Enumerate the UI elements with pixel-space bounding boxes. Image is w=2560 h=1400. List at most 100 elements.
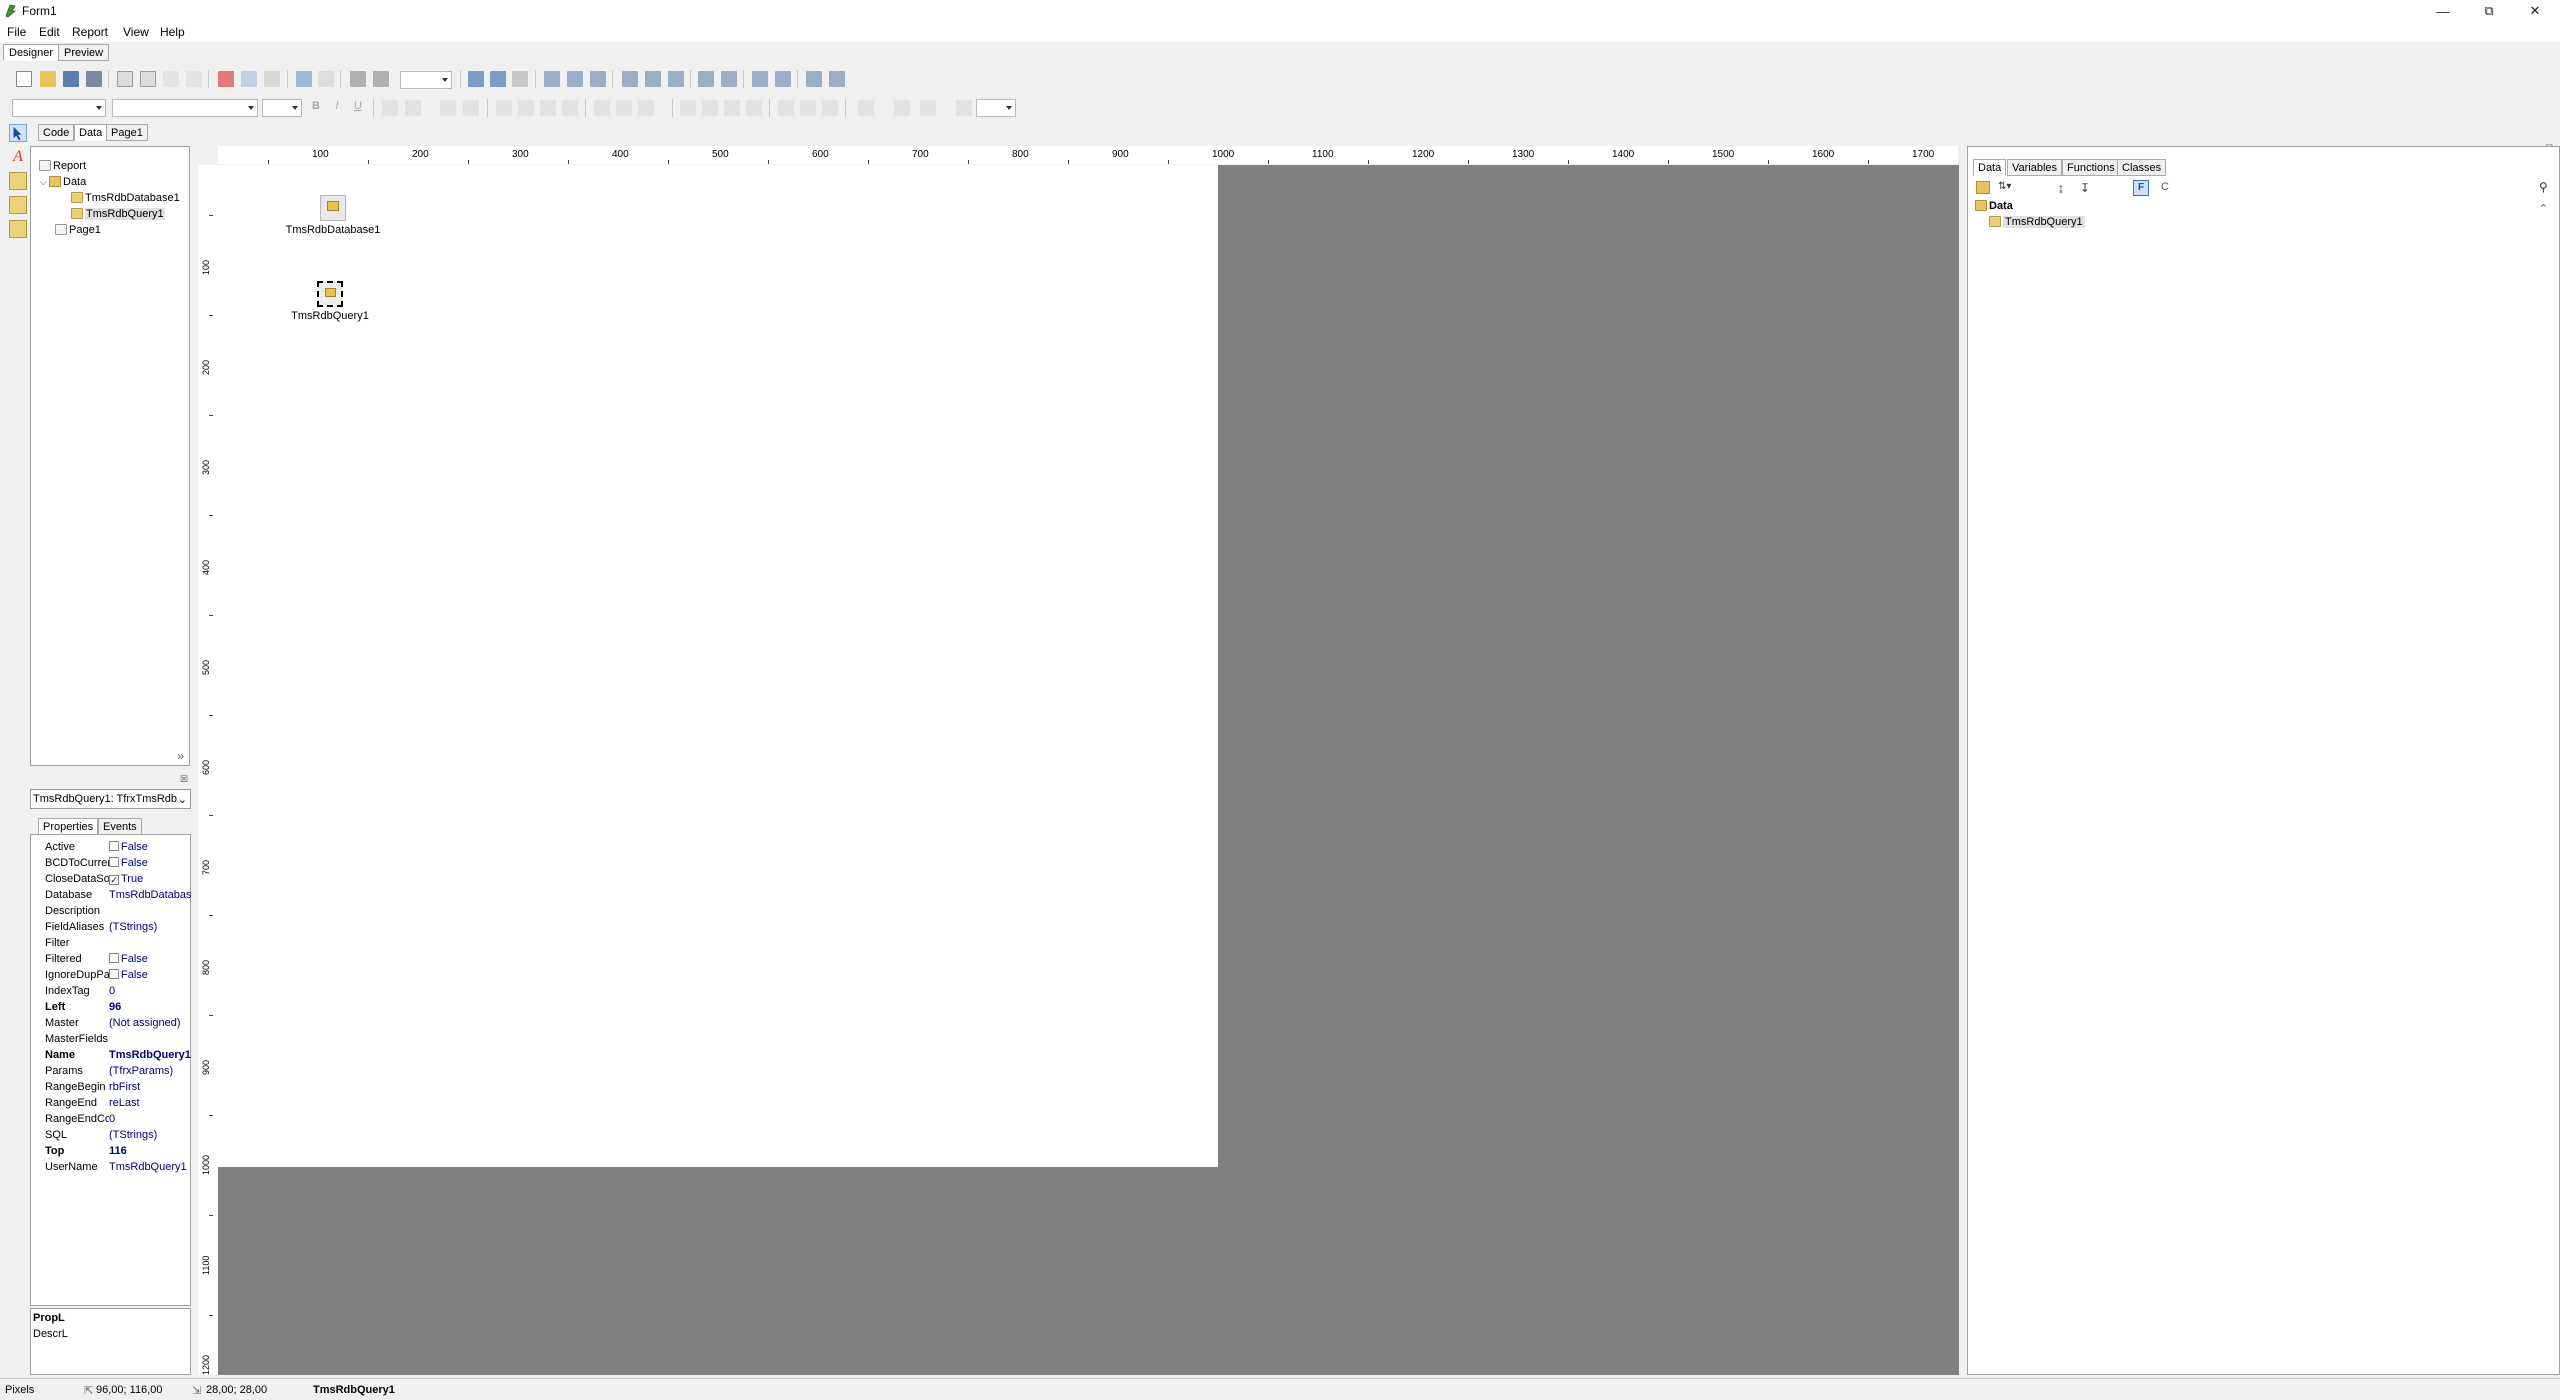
property-row[interactable]: Master (Not assigned) — [31, 1017, 190, 1033]
delete-page-icon[interactable] — [163, 71, 179, 87]
menu-report[interactable]: Report — [72, 25, 108, 39]
rotate-icon[interactable] — [463, 100, 479, 116]
frame-width-combo[interactable] — [976, 99, 1016, 117]
sort-descending-icon[interactable]: ↧ — [2080, 181, 2096, 195]
property-value[interactable]: 0 — [109, 985, 191, 997]
property-value[interactable]: False — [109, 841, 191, 853]
align-middle-icon[interactable] — [645, 71, 661, 87]
folder-icon[interactable] — [1976, 181, 1990, 194]
minimize-button[interactable]: — — [2420, 0, 2466, 22]
tree-node-data[interactable]: ⌵ Data — [40, 176, 86, 188]
property-row[interactable]: RangeEndCount0 — [31, 1113, 190, 1129]
menu-help[interactable]: Help — [160, 25, 185, 39]
align-left-icon[interactable] — [544, 71, 560, 87]
property-value[interactable]: TmsRdbQuery1 — [109, 1049, 191, 1061]
new-dialog-icon[interactable] — [140, 71, 156, 87]
search-input[interactable] — [2353, 181, 2503, 197]
new-report-icon[interactable] — [16, 71, 32, 87]
restore-button[interactable]: ⧉ — [2466, 0, 2512, 22]
property-row[interactable]: SQL (TStrings) — [31, 1129, 190, 1145]
property-value[interactable]: 96 — [109, 1001, 191, 1013]
property-checkbox[interactable] — [109, 953, 119, 963]
tab-functions[interactable]: Functions — [2062, 159, 2120, 176]
align-to-grid-icon[interactable] — [490, 71, 506, 87]
property-value[interactable]: (Not assigned) — [109, 1017, 191, 1029]
tree-node-page[interactable]: Page1 — [55, 224, 101, 236]
space-vertical-icon[interactable] — [721, 71, 737, 87]
center-vertical-icon[interactable] — [775, 71, 791, 87]
property-row[interactable]: Top 116 — [31, 1145, 190, 1161]
property-row[interactable]: Filtered False — [31, 953, 190, 969]
fill-color-icon[interactable] — [858, 100, 874, 116]
collapse-chevron-icon[interactable]: ⌵ — [40, 177, 49, 188]
italic-icon[interactable]: I — [329, 100, 345, 116]
menu-edit[interactable]: Edit — [39, 25, 60, 39]
property-row[interactable]: IndexTag 0 — [31, 985, 190, 1001]
property-value[interactable]: False — [109, 969, 191, 981]
property-value[interactable]: 116 — [109, 1145, 191, 1157]
zoom-combo[interactable] — [400, 71, 452, 89]
property-value[interactable]: False — [109, 953, 191, 965]
property-value[interactable]: 0 — [109, 1113, 191, 1125]
expand-arrows-icon[interactable]: » — [177, 749, 184, 763]
property-value[interactable]: (TfrxParams) — [109, 1065, 191, 1077]
bold-icon[interactable]: B — [308, 100, 324, 116]
align-top-icon[interactable] — [622, 71, 638, 87]
align-bottom-icon[interactable] — [668, 71, 684, 87]
data-page[interactable]: TmsRdbDatabase1 TmsRdbQuery1 — [218, 165, 1218, 1167]
property-checkbox[interactable] — [109, 857, 119, 867]
close-button[interactable]: ✕ — [2512, 0, 2558, 22]
font-size-combo[interactable] — [262, 99, 302, 117]
valign-top-icon[interactable] — [594, 100, 610, 116]
collapse-icon[interactable]: C — [2157, 180, 2173, 196]
property-row[interactable]: RangeEnd reLast — [31, 1097, 190, 1113]
ado-database-tool-icon[interactable] — [9, 172, 27, 190]
ado-query-tool-icon[interactable] — [9, 220, 27, 238]
search-icon[interactable]: ⚲ — [2539, 180, 2548, 194]
sort-dropdown-icon[interactable]: ⇅▾ — [1998, 181, 2020, 195]
tab-variables[interactable]: Variables — [2007, 159, 2063, 176]
property-row[interactable]: RangeBegin rbFirst — [31, 1081, 190, 1097]
same-width-icon[interactable] — [806, 71, 822, 87]
tab-designer[interactable]: Designer — [3, 44, 60, 61]
space-horizontal-icon[interactable] — [698, 71, 714, 87]
property-value[interactable]: TmsRdbDatabase1 — [109, 889, 191, 901]
data-tree-root[interactable]: Data — [1975, 200, 2013, 212]
inspector-close-icon[interactable]: ☒ — [180, 775, 189, 784]
property-row[interactable]: Active False — [31, 841, 190, 857]
shadow-icon[interactable] — [822, 100, 838, 116]
property-row[interactable]: Params (TfrxParams) — [31, 1065, 190, 1081]
property-row[interactable]: UserName TmsRdbQuery1 — [31, 1161, 190, 1177]
page-settings-icon[interactable] — [186, 71, 202, 87]
tree-node-report[interactable]: Report — [39, 160, 86, 172]
save-icon[interactable] — [63, 71, 79, 87]
database-component[interactable]: TmsRdbDatabase1 — [283, 195, 383, 236]
text-align-left-icon[interactable] — [496, 100, 512, 116]
tab-code[interactable]: Code — [38, 124, 75, 141]
property-value[interactable]: reLast — [109, 1097, 191, 1109]
undo-icon[interactable] — [296, 71, 312, 87]
property-row[interactable]: Description — [31, 905, 190, 921]
property-row[interactable]: IgnoreDupParams False — [31, 969, 190, 985]
property-checkbox[interactable]: ✓ — [109, 875, 119, 885]
property-value[interactable]: TmsRdbQuery1 — [109, 1161, 191, 1173]
fit-to-grid-icon[interactable] — [512, 71, 528, 87]
open-icon[interactable] — [40, 71, 56, 87]
sort-ascending-icon[interactable]: ↨ — [2058, 181, 2074, 195]
property-value[interactable]: False — [109, 857, 191, 869]
property-row[interactable]: Database TmsRdbDatabase1 — [31, 889, 191, 905]
property-value[interactable]: ✓ True — [109, 873, 191, 885]
data-tree-item[interactable]: TmsRdbQuery1 — [1989, 216, 2085, 228]
frame-bottom-icon[interactable] — [702, 100, 718, 116]
property-row[interactable]: MasterFields — [31, 1033, 190, 1049]
tab-page1[interactable]: Page1 — [106, 124, 148, 141]
object-selector[interactable]: TmsRdbQuery1: TfrxTmsRdb ⌄ — [30, 789, 191, 809]
font-name-combo[interactable] — [112, 99, 258, 117]
frame-none-icon[interactable] — [800, 100, 816, 116]
fill-editor-icon[interactable] — [894, 100, 910, 116]
text-align-center-icon[interactable] — [518, 100, 534, 116]
valign-bottom-icon[interactable] — [638, 100, 654, 116]
menu-file[interactable]: File — [7, 25, 26, 39]
property-row[interactable]: Filter — [31, 937, 190, 953]
frame-icon[interactable] — [440, 100, 456, 116]
